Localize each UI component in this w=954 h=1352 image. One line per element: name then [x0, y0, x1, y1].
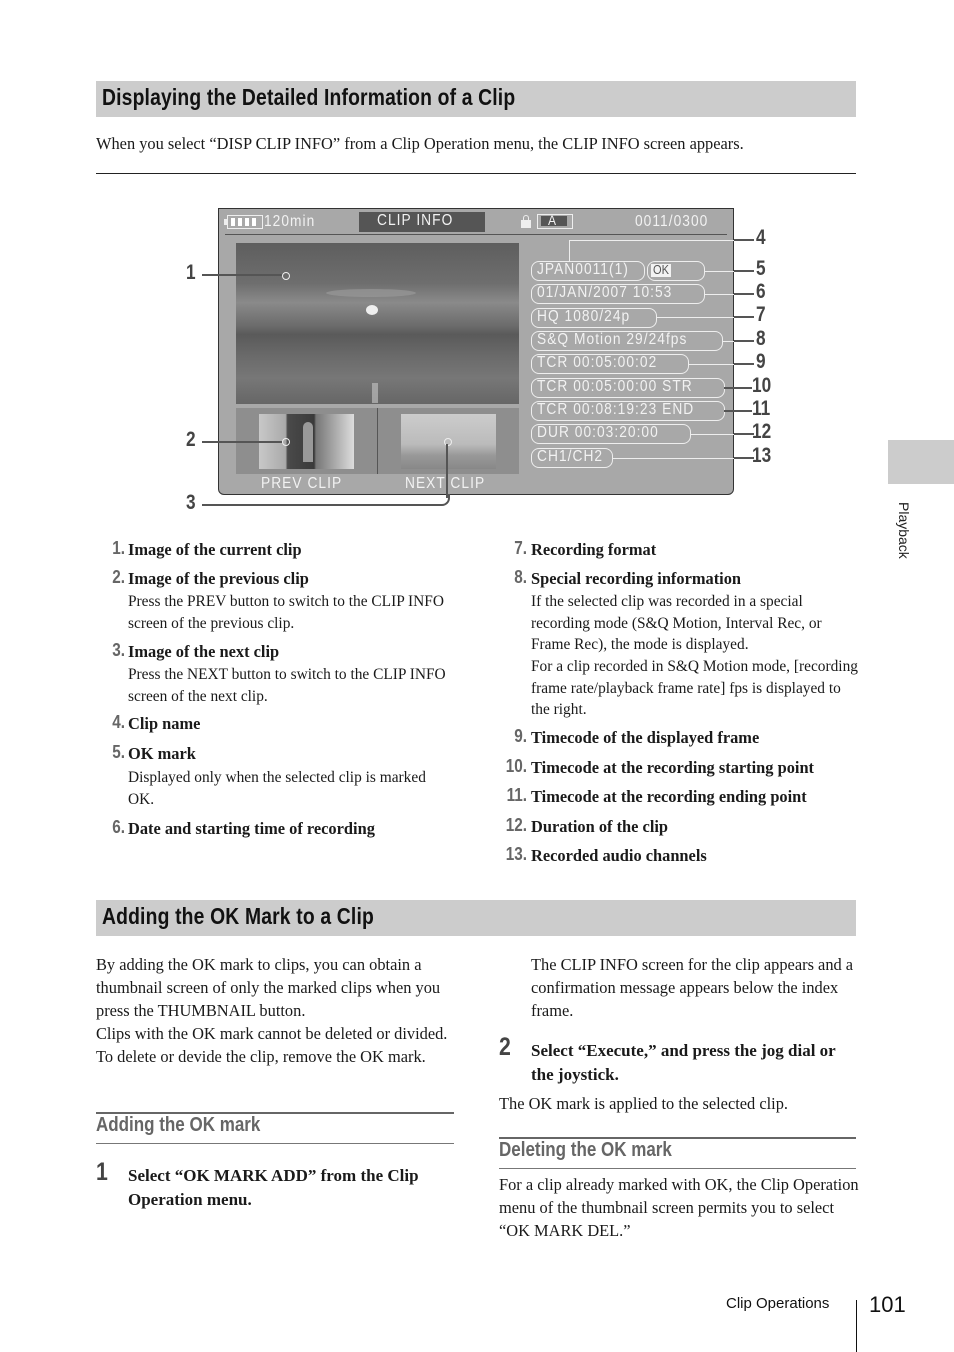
prev-clip-label[interactable]: PREV CLIP [261, 475, 342, 493]
item-title: Image of the current clip [128, 540, 302, 559]
clip-counter: 0011/0300 [635, 213, 709, 230]
ok-mark-badge: OK [651, 262, 671, 277]
tcr-end-field: TCR 00:08:19:23 END [531, 401, 725, 421]
callout-12: 12 [752, 420, 772, 443]
ok-mark-intro-1: By adding the OK mark to clips, you can … [96, 955, 441, 1020]
item-title: Timecode of the displayed frame [531, 728, 760, 747]
special-rec-field: S&Q Motion 29/24fps [531, 331, 723, 351]
step-number-1: 1 [96, 1158, 108, 1186]
callout-9: 9 [756, 350, 766, 373]
footer-divider [856, 1300, 857, 1352]
ok-mark-intro-2: Clips with the OK mark cannot be deleted… [96, 1024, 448, 1066]
callout-3: 3 [186, 491, 196, 514]
callout-1: 1 [186, 261, 196, 284]
audio-channels-field: CH1/CH2 [531, 448, 613, 468]
item-title: Recorded audio channels [531, 846, 707, 865]
callout-leader-2 [202, 441, 282, 443]
step-number-2: 2 [499, 1033, 511, 1061]
page-number: 101 [869, 1292, 906, 1317]
callout-11: 11 [752, 397, 771, 420]
leader-7 [657, 317, 735, 318]
item-desc: Press the PREV button to switch to the C… [128, 593, 444, 632]
clip-info-screen: 120min CLIP INFO A 0011/0300 PREV CLIP N… [218, 208, 735, 495]
callout-leader-3 [202, 504, 438, 506]
callout-dot-1 [282, 272, 290, 280]
item-title: Timecode at the recording starting point [531, 758, 815, 777]
leader-13 [613, 458, 735, 459]
callout-4: 4 [756, 226, 766, 249]
step-1-result: The CLIP INFO screen for the clip appear… [531, 955, 854, 1020]
clip-name-field: JPAN0011(1) [531, 261, 645, 281]
callout-2: 2 [186, 428, 196, 451]
section-header-clip-info: Displaying the Detailed Information of a… [96, 81, 856, 117]
section-title: Displaying the Detailed Information of a… [102, 84, 516, 110]
divider [96, 173, 856, 174]
item-desc: If the selected clip was recorded in a s… [531, 593, 822, 653]
item-title: Date and starting time of recording [128, 819, 375, 838]
callout-7: 7 [756, 303, 766, 326]
item-desc: Displayed only when the selected clip is… [128, 769, 426, 808]
leader-6 [705, 294, 735, 295]
step-2-result: The OK mark is applied to the selected c… [499, 1094, 789, 1113]
leader-9 [689, 364, 735, 365]
callout-leader-1 [202, 274, 282, 276]
step-2-text: Select “Execute,” and press the jog dial… [531, 1041, 836, 1084]
chapter-label: Playback [896, 502, 912, 559]
sun [366, 305, 378, 315]
screen-title: CLIP INFO [377, 212, 454, 229]
item-title: Special recording information [531, 569, 742, 588]
item-title: Timecode at the recording ending point [531, 787, 807, 806]
format-field: HQ 1080/24p [531, 308, 657, 328]
item-desc: Press the NEXT button to switch to the C… [128, 666, 446, 705]
subheading-adding-ok-mark: Adding the OK mark [96, 1114, 261, 1136]
tcr-current-field: TCR 00:05:00:02 [531, 354, 689, 374]
step-1-text: Select “OK MARK ADD” from the Clip Opera… [128, 1166, 419, 1209]
item-title: Duration of the clip [531, 817, 669, 836]
section-title: Adding the OK Mark to a Clip [102, 903, 374, 929]
lock-icon [521, 215, 531, 228]
chapter-tab [888, 440, 954, 484]
item-title: Image of the previous clip [128, 569, 309, 588]
leader-5 [705, 271, 735, 272]
subheading-deleting-ok-mark: Deleting the OK mark [499, 1139, 672, 1161]
callout-6: 6 [756, 280, 766, 303]
item-title: Image of the next clip [128, 642, 280, 661]
section-intro: When you select “DISP CLIP INFO” from a … [96, 134, 744, 153]
remaining-time: 120min [264, 213, 316, 230]
item-desc: For a clip recorded in S&Q Motion mode, … [531, 658, 858, 718]
screen-title-box: CLIP INFO [359, 212, 485, 232]
media-slot-indicator: A [537, 212, 573, 229]
leader-4 [569, 240, 735, 241]
battery-full-icon [224, 215, 263, 229]
callout-13: 13 [752, 444, 772, 467]
duration-field: DUR 00:03:20:00 [531, 424, 691, 444]
current-clip-image [236, 243, 519, 404]
item-title: Recording format [531, 540, 657, 559]
leader-12 [691, 434, 735, 435]
tcr-start-field: TCR 00:05:00:00 STR [531, 378, 725, 398]
top-separator [225, 234, 727, 235]
item-title: Clip name [128, 714, 201, 733]
footer-section-name: Clip Operations [726, 1295, 830, 1312]
ok-mark-field: OK [647, 261, 705, 281]
callout-10: 10 [752, 374, 772, 397]
section-header-ok-mark: Adding the OK Mark to a Clip [96, 900, 856, 936]
date-time-field: 01/JAN/2007 10:53 [531, 284, 705, 304]
delete-ok-mark-text: For a clip already marked with OK, the C… [499, 1175, 859, 1240]
callout-dot-2 [282, 438, 290, 446]
callout-8: 8 [756, 327, 766, 350]
callout-5: 5 [756, 257, 766, 280]
item-title: OK mark [128, 744, 196, 763]
